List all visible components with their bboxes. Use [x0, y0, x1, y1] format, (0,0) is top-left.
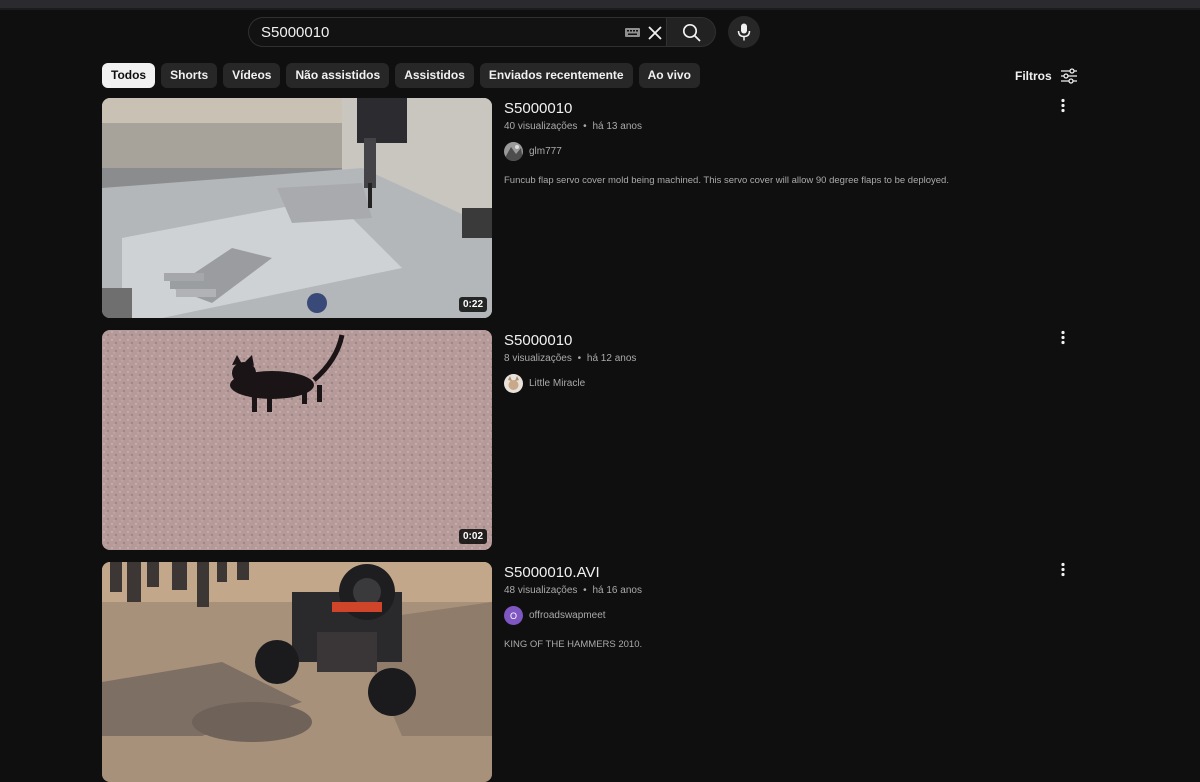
view-count: 8 visualizações — [504, 353, 572, 364]
filters-button[interactable]: Filtros — [1015, 67, 1078, 85]
thumbnail-image-cat — [102, 330, 492, 550]
chip-nao-assistidos[interactable]: Não assistidos — [286, 63, 390, 88]
filter-chips: Todos Shorts Vídeos Não assistidos Assis… — [102, 63, 700, 88]
channel-name[interactable]: glm777 — [529, 146, 562, 157]
chip-ao-vivo[interactable]: Ao vivo — [638, 63, 700, 88]
video-thumbnail[interactable]: 0:02 — [102, 330, 492, 550]
video-thumbnail[interactable] — [102, 562, 492, 782]
keyboard-icon[interactable] — [625, 28, 640, 37]
avatar[interactable] — [504, 142, 523, 161]
meta-separator: • — [583, 121, 587, 132]
filter-sliders-icon — [1060, 68, 1077, 84]
view-count: 48 visualizações — [504, 585, 578, 596]
upload-age: há 12 anos — [586, 353, 637, 364]
video-metadata: 48 visualizações • há 16 anos — [504, 585, 642, 596]
clear-icon[interactable] — [646, 24, 664, 42]
channel-info[interactable]: O offroadswapmeet — [504, 606, 606, 625]
chip-videos[interactable]: Vídeos — [223, 63, 281, 88]
channel-name[interactable]: offroadswapmeet — [529, 610, 606, 621]
search-input[interactable]: S5000010 — [248, 17, 666, 47]
chip-enviados-recentemente[interactable]: Enviados recentemente — [479, 63, 633, 88]
more-vert-icon[interactable] — [1056, 98, 1070, 114]
upload-age: há 16 anos — [592, 585, 642, 596]
meta-separator: • — [583, 585, 587, 596]
upload-age: há 13 anos — [592, 121, 642, 132]
search-query-text[interactable]: S5000010 — [261, 24, 329, 41]
avatar-initial: O — [509, 610, 517, 621]
video-title[interactable]: S5000010.AVI — [504, 564, 600, 581]
video-title[interactable]: S5000010 — [504, 332, 572, 349]
voice-search-button[interactable] — [728, 16, 760, 48]
search-button[interactable] — [666, 17, 716, 47]
filters-label: Filtros — [1015, 69, 1052, 83]
video-description: KING OF THE HAMMERS 2010. — [504, 639, 643, 650]
search-icon — [682, 23, 701, 42]
avatar[interactable]: O — [504, 606, 523, 625]
video-result[interactable]: 0:02 S5000010 8 visualizações • há 12 an… — [102, 330, 1072, 550]
thumbnail-image-offroad — [102, 562, 492, 782]
meta-separator: • — [577, 353, 582, 364]
chip-todos[interactable]: Todos — [102, 63, 156, 88]
channel-info[interactable]: glm777 — [504, 142, 562, 161]
video-result[interactable]: 0:22 S5000010 40 visualizações • há 13 a… — [102, 98, 1072, 318]
view-count: 40 visualizações — [504, 121, 578, 132]
avatar[interactable] — [504, 374, 523, 393]
more-vert-icon[interactable] — [1056, 562, 1070, 578]
chip-shorts[interactable]: Shorts — [161, 63, 218, 88]
video-metadata: 8 visualizações • há 12 anos — [504, 353, 636, 364]
more-vert-icon[interactable] — [1056, 330, 1070, 346]
thumbnail-image-machining — [102, 98, 492, 318]
chip-assistidos[interactable]: Assistidos — [395, 63, 474, 88]
browser-top-strip — [0, 0, 1200, 10]
video-thumbnail[interactable]: 0:22 — [102, 98, 492, 318]
video-title[interactable]: S5000010 — [504, 100, 572, 117]
video-duration: 0:22 — [458, 297, 487, 312]
video-duration: 0:02 — [458, 529, 487, 544]
mic-icon — [737, 23, 751, 41]
video-result[interactable]: S5000010.AVI 48 visualizações • há 16 an… — [102, 562, 1072, 782]
channel-info[interactable]: Little Miracle — [504, 374, 585, 393]
video-description: Funcub flap servo cover mold being machi… — [504, 175, 949, 186]
video-metadata: 40 visualizações • há 13 anos — [504, 121, 642, 132]
channel-name[interactable]: Little Miracle — [529, 378, 585, 389]
